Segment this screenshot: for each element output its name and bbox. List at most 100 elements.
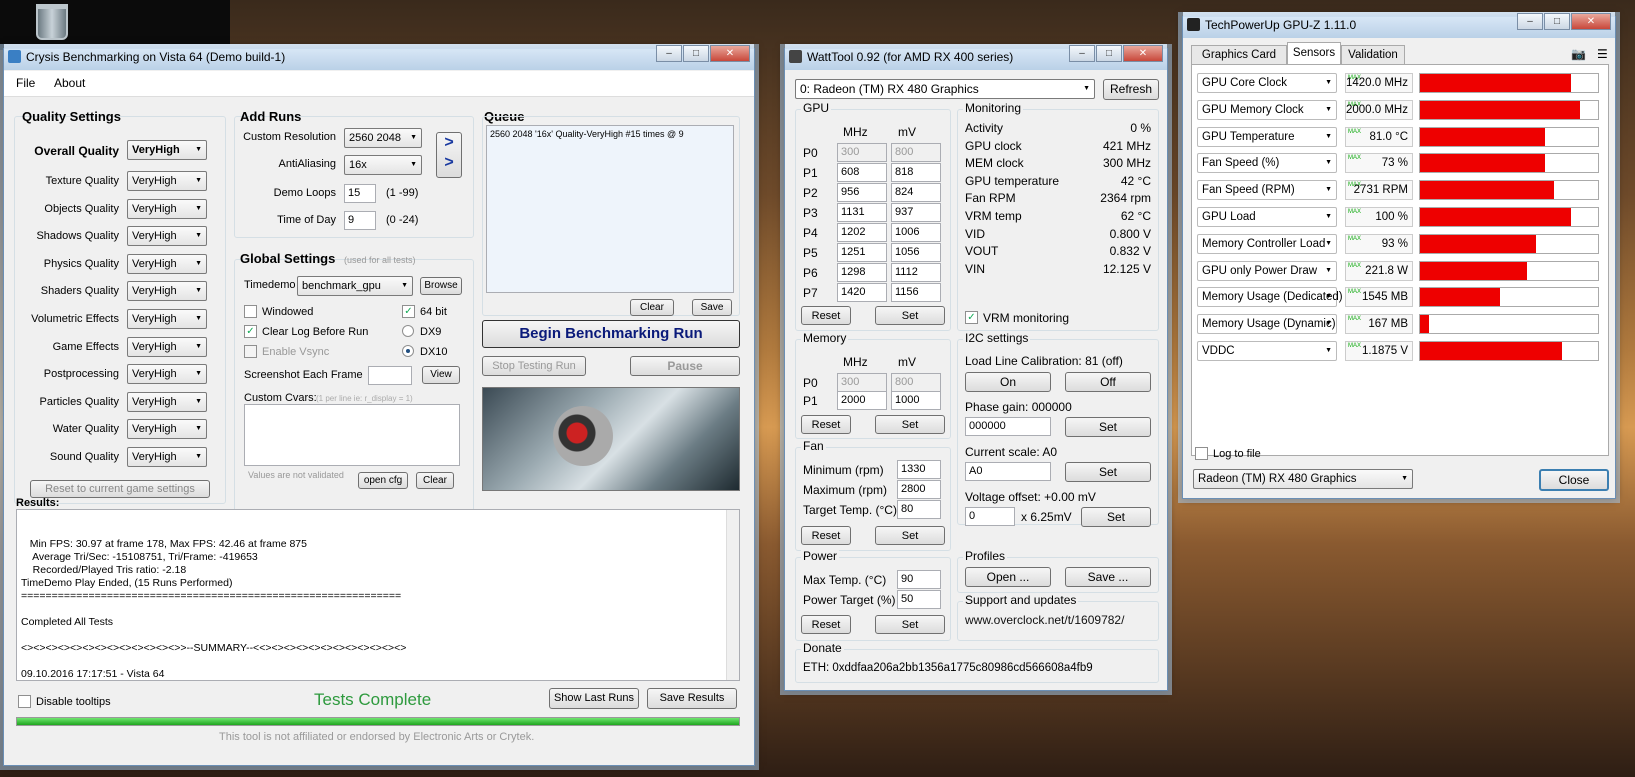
fan-reset-button[interactable]: Reset [801, 526, 851, 545]
fan-temp-input[interactable]: 80 [897, 500, 941, 519]
quality-select[interactable]: VeryHigh [127, 253, 207, 274]
sensor-name-select[interactable]: Fan Speed (RPM) [1197, 180, 1337, 201]
log-to-file-checkbox[interactable] [1195, 447, 1208, 460]
power-target-input[interactable]: 50 [897, 590, 941, 609]
sensor-name-select[interactable]: Memory Usage (Dedicated) [1197, 287, 1343, 308]
browse-button[interactable]: Browse [420, 277, 462, 295]
gpu-reset-button[interactable]: Reset [801, 306, 851, 325]
quality-select[interactable]: VeryHigh [127, 419, 207, 440]
phase-gain-input[interactable]: 000000 [965, 417, 1051, 436]
quality-select[interactable]: VeryHigh [127, 226, 207, 247]
pstate-mv-input[interactable]: 1056 [891, 243, 941, 262]
scale-set-button[interactable]: Set [1065, 462, 1151, 482]
close-button[interactable]: ✕ [710, 45, 750, 62]
gpuz-titlebar[interactable]: TechPowerUp GPU-Z 1.11.0 – □ ✕ [1183, 12, 1615, 38]
show-last-runs-button[interactable]: Show Last Runs [549, 688, 639, 709]
pstate-mv-input[interactable]: 1156 [891, 283, 941, 302]
mem-p0-mhz[interactable]: 300 [837, 373, 887, 392]
demo-loops-input[interactable]: 15 [344, 184, 376, 203]
disable-tooltips-checkbox[interactable] [18, 695, 31, 708]
pstate-mv-input[interactable]: 818 [891, 163, 941, 182]
pstate-mv-input[interactable]: 800 [891, 143, 941, 162]
add-run-button[interactable]: > > [436, 132, 462, 178]
tab-sensors[interactable]: Sensors [1287, 42, 1341, 65]
pause-button[interactable]: Pause [630, 356, 740, 376]
vsync-checkbox[interactable] [244, 345, 257, 358]
sensor-name-select[interactable]: Memory Controller Load [1197, 233, 1337, 254]
quality-select[interactable]: VeryHigh [127, 309, 207, 329]
save-results-button[interactable]: Save Results [647, 688, 737, 709]
results-scrollbar[interactable] [726, 510, 739, 680]
pstate-mhz-input[interactable]: 1202 [837, 223, 887, 242]
pstate-mhz-input[interactable]: 956 [837, 183, 887, 202]
mem-p1-mv[interactable]: 1000 [891, 391, 941, 410]
begin-benchmark-button[interactable]: Begin Benchmarking Run [482, 320, 740, 348]
64bit-checkbox[interactable]: ✓ [402, 305, 415, 318]
minimize-button[interactable]: – [1517, 13, 1543, 30]
pstate-mhz-input[interactable]: 1131 [837, 203, 887, 222]
current-scale-input[interactable]: A0 [965, 462, 1051, 481]
menu-icon[interactable]: ☰ [1597, 47, 1608, 61]
pstate-mv-input[interactable]: 937 [891, 203, 941, 222]
pstate-mv-input[interactable]: 824 [891, 183, 941, 202]
sensor-name-select[interactable]: Memory Usage (Dynamic) [1197, 314, 1337, 335]
llc-off-button[interactable]: Off [1065, 372, 1151, 392]
dx10-radio[interactable] [402, 345, 414, 357]
crysis-titlebar[interactable]: Crysis Benchmarking on Vista 64 (Demo bu… [4, 44, 754, 70]
pstate-mhz-input[interactable]: 1251 [837, 243, 887, 262]
sensor-name-select[interactable]: VDDC [1197, 341, 1337, 361]
quality-select[interactable]: VeryHigh [127, 391, 207, 412]
gpuz-close-button[interactable]: Close [1539, 469, 1609, 491]
fan-max-input[interactable]: 2800 [897, 480, 941, 499]
menu-about[interactable]: About [54, 76, 85, 90]
timedemo-select[interactable]: benchmark_gpu [297, 276, 413, 296]
power-set-button[interactable]: Set [875, 615, 945, 634]
sensor-name-select[interactable]: GPU only Power Draw [1197, 260, 1337, 281]
view-button[interactable]: View [422, 366, 460, 384]
mem-p1-mhz[interactable]: 2000 [837, 391, 887, 410]
voltage-offset-input[interactable]: 0 [965, 507, 1015, 526]
stop-run-button[interactable]: Stop Testing Run [482, 356, 586, 376]
clear-log-checkbox[interactable]: ✓ [244, 325, 257, 338]
recycle-bin-icon[interactable] [36, 4, 68, 40]
pstate-mhz-input[interactable]: 1420 [837, 283, 887, 302]
profile-save-button[interactable]: Save ... [1065, 567, 1151, 587]
sensor-name-select[interactable]: GPU Core Clock [1197, 73, 1337, 93]
reset-game-settings-button[interactable]: Reset to current game settings [30, 480, 210, 498]
tab-validation[interactable]: Validation [1341, 45, 1405, 65]
maximize-button[interactable]: □ [1096, 45, 1122, 62]
menu-file[interactable]: File [16, 76, 35, 90]
profile-open-button[interactable]: Open ... [965, 567, 1051, 587]
pstate-mv-input[interactable]: 1112 [891, 263, 941, 282]
power-reset-button[interactable]: Reset [801, 615, 851, 634]
time-of-day-input[interactable]: 9 [344, 211, 376, 230]
pstate-mhz-input[interactable]: 300 [837, 143, 887, 162]
resolution-select[interactable]: 2560 2048 [344, 128, 422, 148]
quality-select[interactable]: VeryHigh [127, 198, 207, 219]
windowed-checkbox[interactable] [244, 305, 257, 318]
quality-select[interactable]: VeryHigh [127, 447, 207, 467]
close-button[interactable]: ✕ [1123, 45, 1163, 62]
fan-set-button[interactable]: Set [875, 526, 945, 545]
pstate-mv-input[interactable]: 1006 [891, 223, 941, 242]
support-link[interactable]: www.overclock.net/t/1609782/ [965, 613, 1124, 627]
gpu-device-select[interactable]: 0: Radeon (TM) RX 480 Graphics [795, 79, 1095, 99]
watttool-titlebar[interactable]: WattTool 0.92 (for AMD RX 400 series) – □… [785, 44, 1167, 70]
sensor-name-select[interactable]: GPU Temperature [1197, 126, 1337, 147]
gpu-set-button[interactable]: Set [875, 306, 945, 325]
quality-select[interactable]: VeryHigh [127, 336, 207, 357]
mem-reset-button[interactable]: Reset [801, 415, 851, 434]
refresh-button[interactable]: Refresh [1103, 79, 1159, 100]
cvars-textarea[interactable] [244, 404, 460, 466]
overall-quality-select[interactable]: VeryHigh [127, 140, 207, 160]
mem-set-button[interactable]: Set [875, 415, 945, 434]
llc-on-button[interactable]: On [965, 372, 1051, 392]
sensor-name-select[interactable]: GPU Load [1197, 207, 1337, 227]
sensor-name-select[interactable]: GPU Memory Clock [1197, 99, 1337, 120]
maximize-button[interactable]: □ [1544, 13, 1570, 30]
antialiasing-select[interactable]: 16x [344, 155, 422, 175]
fan-min-input[interactable]: 1330 [897, 460, 941, 479]
open-cfg-button[interactable]: open cfg [358, 472, 408, 489]
tab-graphics-card[interactable]: Graphics Card [1191, 45, 1287, 65]
gpu-device-select[interactable]: Radeon (TM) RX 480 Graphics [1193, 469, 1413, 489]
